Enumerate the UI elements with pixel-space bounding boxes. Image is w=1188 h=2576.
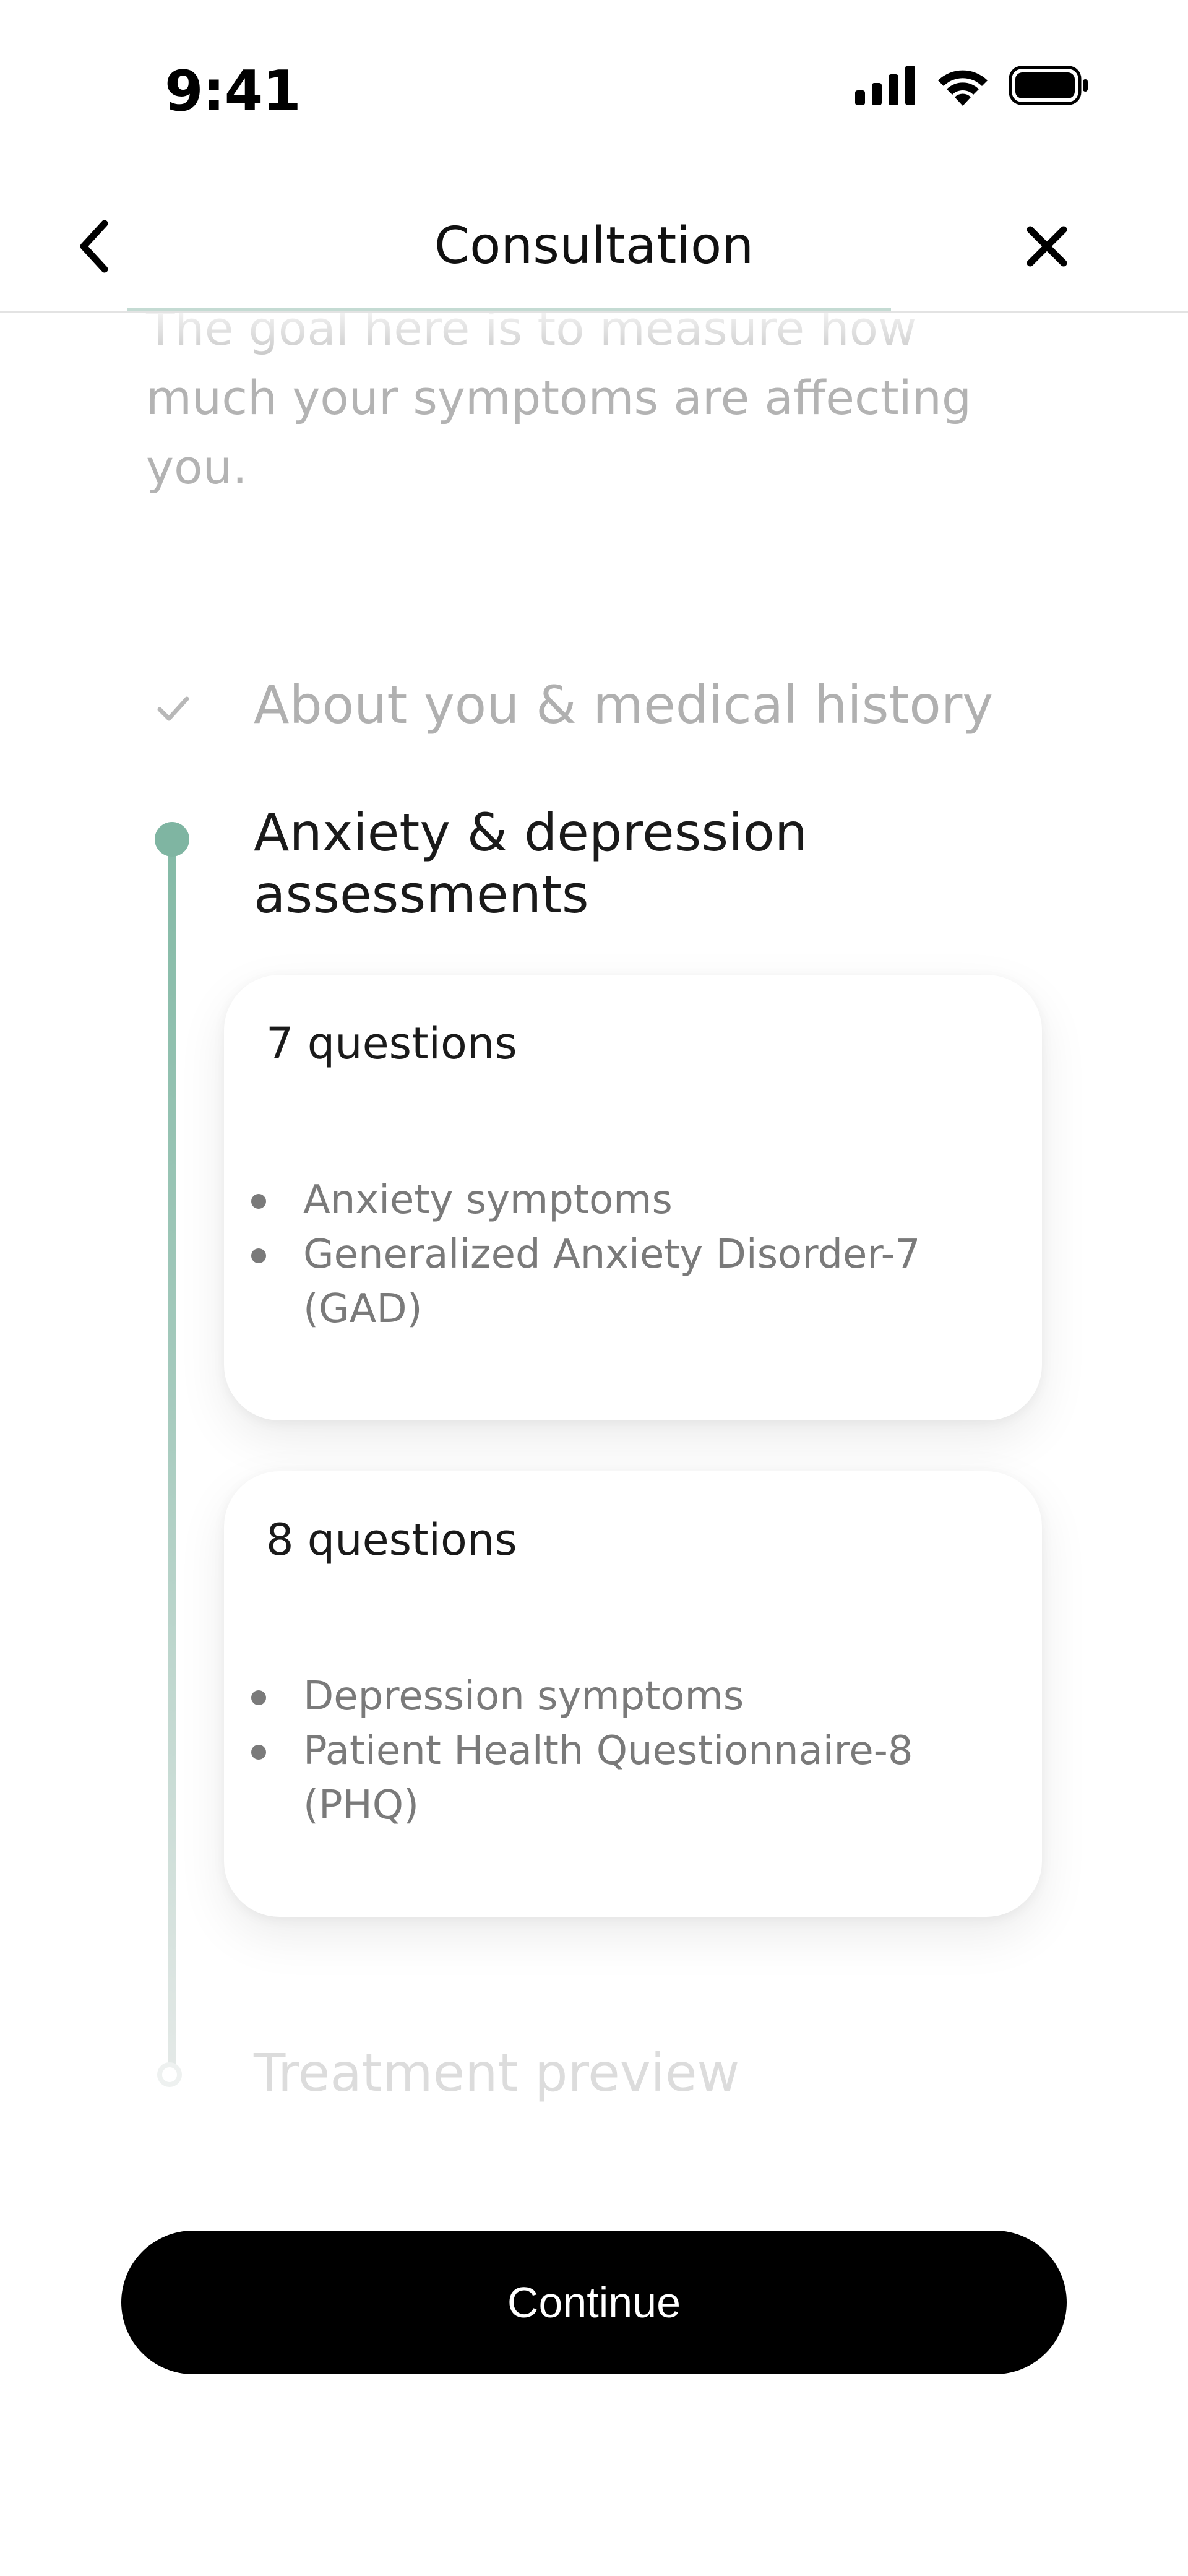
cellular-signal-icon xyxy=(855,66,917,108)
list-item: Patient Health Questionnaire-8 (PHQ) xyxy=(251,1724,971,1833)
progress-indicator xyxy=(127,308,891,311)
page-title: Consultation xyxy=(434,217,754,275)
card-list: Depression symptoms Patient Health Quest… xyxy=(251,1669,971,1833)
battery-icon xyxy=(1009,66,1089,108)
status-time: 9:41 xyxy=(165,59,301,124)
timeline-line xyxy=(168,839,176,2071)
list-item: Depression symptoms xyxy=(251,1669,971,1724)
list-item: Generalized Anxiety Disorder-7 (GAD) xyxy=(251,1227,971,1336)
assessment-card-depression: 8 questions Depression symptoms Patient … xyxy=(224,1471,1042,1917)
close-button[interactable] xyxy=(1016,214,1078,282)
step-label-medical-history: About you & medical history xyxy=(254,675,994,735)
step-upcoming-indicator xyxy=(157,2062,182,2087)
wifi-icon xyxy=(934,65,991,108)
card-title: 8 questions xyxy=(266,1515,517,1565)
step-label-assessments: Anxiety & depression assessments xyxy=(254,802,808,925)
checkmark-icon xyxy=(155,690,192,727)
nav-header: Consultation xyxy=(0,179,1188,313)
card-list: Anxiety symptoms Generalized Anxiety Dis… xyxy=(251,1173,971,1336)
continue-button[interactable]: Continue xyxy=(121,2231,1067,2374)
card-title: 7 questions xyxy=(266,1018,517,1069)
step-active-indicator xyxy=(155,822,189,857)
list-item: Anxiety symptoms xyxy=(251,1173,971,1227)
assessment-card-anxiety: 7 questions Anxiety symptoms Generalized… xyxy=(224,975,1042,1420)
scroll-fade xyxy=(0,311,1188,379)
step-label-treatment-preview: Treatment preview xyxy=(254,2042,740,2103)
close-icon xyxy=(1025,225,1069,270)
status-icons xyxy=(855,65,1089,108)
status-bar: 9:41 xyxy=(0,0,1188,179)
